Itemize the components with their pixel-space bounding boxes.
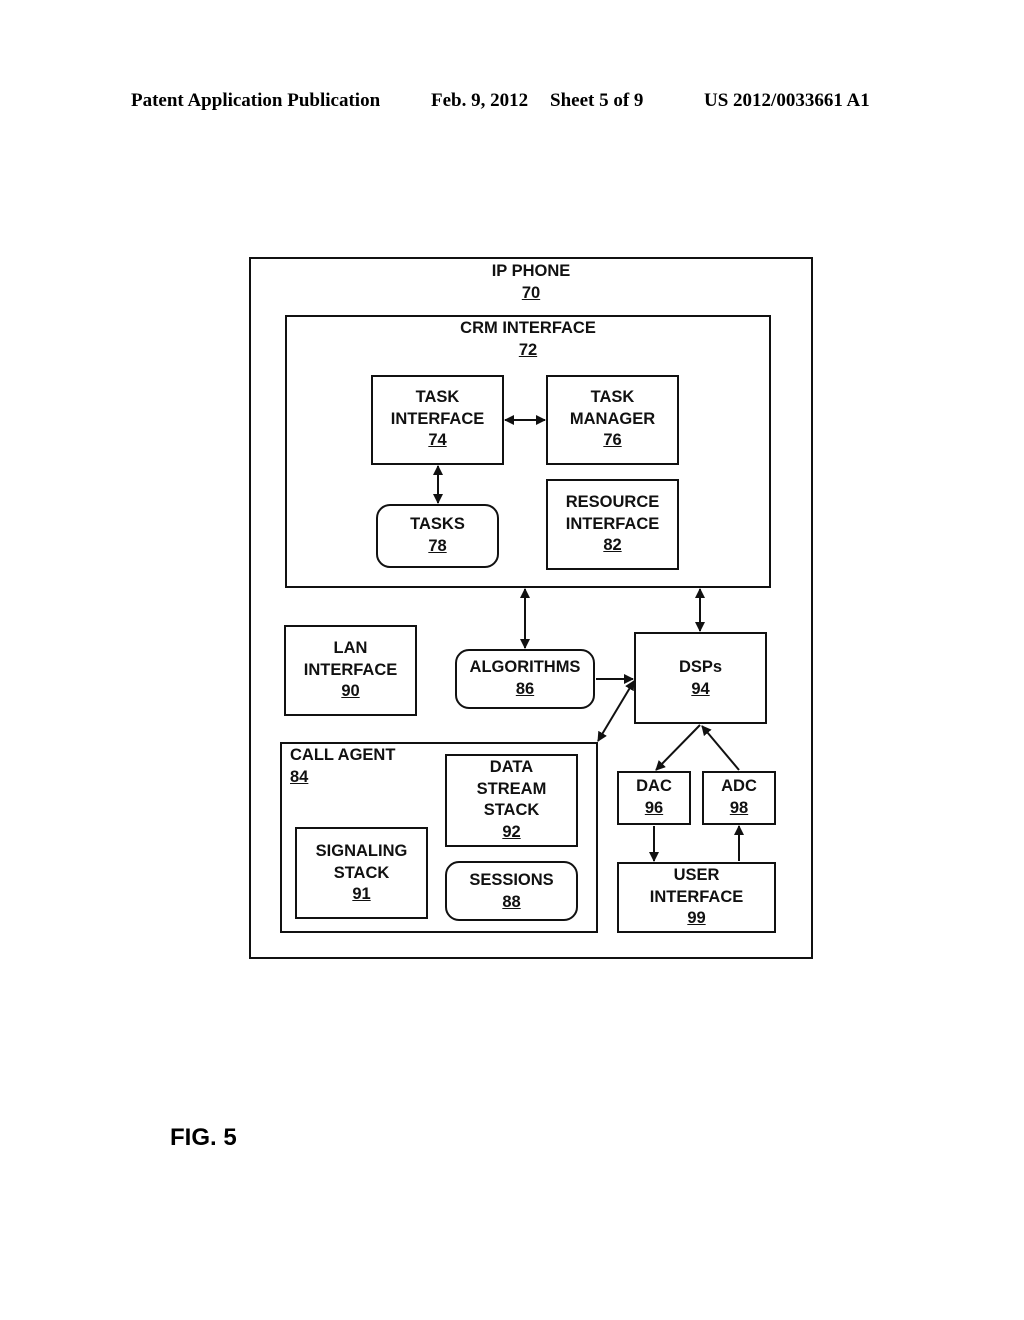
connector-arrows bbox=[433, 415, 744, 862]
arrow-adc-dsps bbox=[701, 725, 740, 771]
arrow-dsps-dac bbox=[655, 724, 701, 771]
arrow-call-agent-dsps bbox=[597, 680, 635, 742]
figure-label: FIG. 5 bbox=[170, 1124, 237, 1151]
